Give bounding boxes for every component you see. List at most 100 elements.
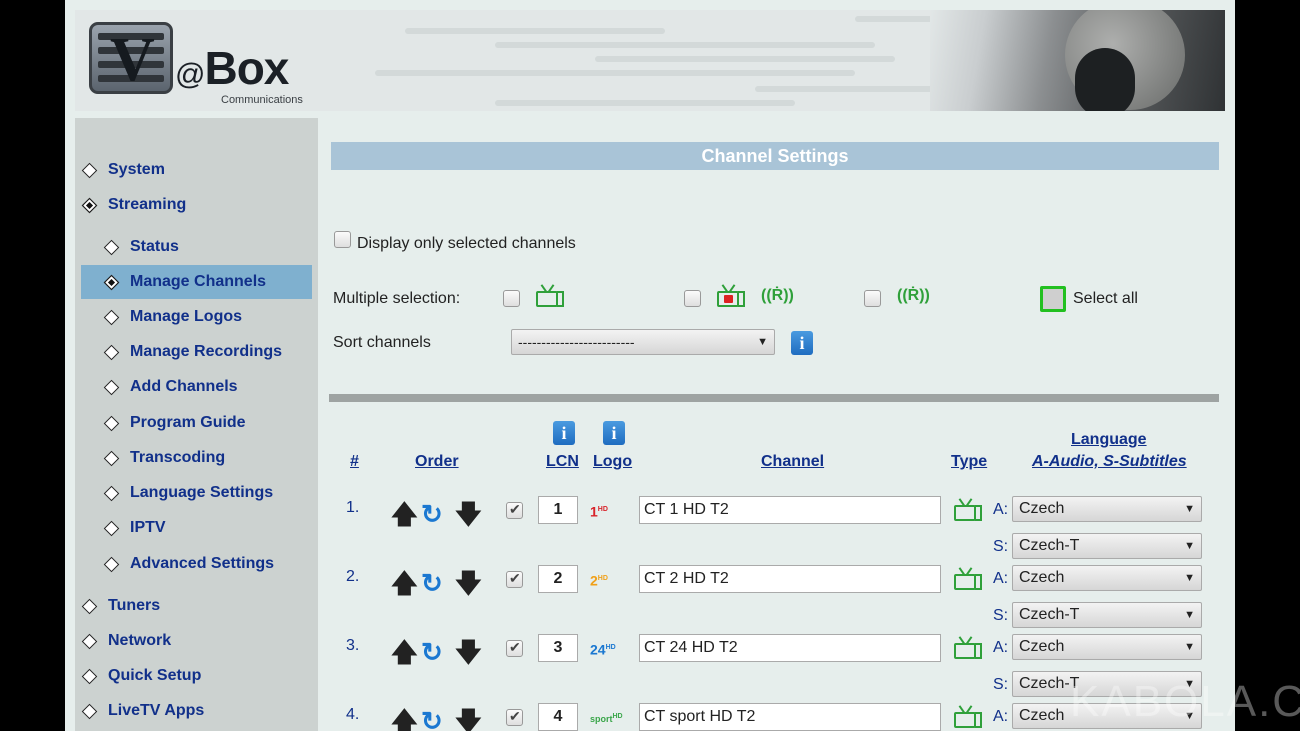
sidebar-item-network[interactable]: Network	[75, 624, 318, 658]
logo-text: @Box	[175, 42, 289, 94]
lcn-input[interactable]: 1	[538, 496, 578, 524]
diamond-icon	[103, 344, 120, 360]
select-all-checkbox[interactable]	[1040, 286, 1066, 312]
radio-selection-checkbox[interactable]	[864, 290, 881, 307]
sidebar-item-language-settings[interactable]: Language Settings	[81, 476, 312, 510]
row-number: 3.	[346, 637, 360, 654]
channel-select-checkbox[interactable]	[506, 708, 523, 726]
diamond-icon	[103, 485, 120, 501]
radio-icon: ((Ṙ))	[897, 287, 930, 304]
refresh-icon[interactable]: ↻	[421, 500, 445, 528]
channel-logo: 24HD	[590, 641, 616, 658]
sort-info-button[interactable]: i	[791, 331, 813, 355]
column-header-type[interactable]: Type	[951, 453, 987, 471]
column-header-channel[interactable]: Channel	[761, 453, 824, 471]
channel-name-input[interactable]: CT 1 HD T2	[639, 496, 941, 524]
sidebar-item-program-guide[interactable]: Program Guide	[81, 406, 312, 440]
sort-channels-label: Sort channels	[333, 334, 431, 351]
subtitle-language-select[interactable]: Czech-T ▼	[1012, 602, 1202, 628]
audio-prefix: A:	[993, 501, 1009, 518]
diamond-icon	[103, 239, 120, 255]
subtitle-prefix: S:	[993, 607, 1009, 624]
channel-logo: 2HD	[590, 572, 608, 589]
refresh-icon[interactable]: ↻	[421, 707, 445, 731]
diamond-icon	[81, 162, 98, 178]
sidebar-item-iptv[interactable]: IPTV	[81, 511, 312, 545]
dropdown-arrow-icon: ▼	[1184, 540, 1195, 552]
diamond-icon	[103, 450, 120, 466]
refresh-icon[interactable]: ↻	[421, 638, 445, 666]
tv-type-icon	[953, 705, 983, 729]
lcn-input[interactable]: 3	[538, 634, 578, 662]
sidebar-item-quick-setup[interactable]: Quick Setup	[75, 659, 318, 693]
encrypted-tv-icon	[716, 284, 746, 308]
lcn-input[interactable]: 4	[538, 703, 578, 731]
channel-select-checkbox[interactable]	[506, 501, 523, 519]
logo-subtitle: Communications	[221, 94, 303, 106]
diamond-filled-icon	[81, 197, 98, 213]
sidebar-item-streaming[interactable]: Streaming	[75, 188, 318, 222]
dropdown-arrow-icon: ▼	[1184, 641, 1195, 653]
move-up-icon[interactable]: 🡅	[391, 569, 418, 597]
diamond-filled-icon	[103, 274, 120, 290]
move-down-icon[interactable]: 🡇	[455, 638, 482, 666]
tv-type-icon	[953, 498, 983, 522]
move-down-icon[interactable]: 🡇	[455, 707, 482, 731]
sidebar-item-add-channels[interactable]: Add Channels	[81, 370, 312, 404]
column-header-language[interactable]: Language	[1071, 431, 1147, 449]
page: V @Box Communications System Streaming S…	[65, 0, 1235, 731]
audio-language-select[interactable]: Czech ▼	[1012, 634, 1202, 660]
sidebar-item-system[interactable]: System	[75, 153, 318, 187]
audio-prefix: A:	[993, 639, 1009, 656]
move-up-icon[interactable]: 🡅	[391, 500, 418, 528]
sidebar: System Streaming Status Manage Channels …	[75, 118, 318, 731]
row-number: 2.	[346, 568, 360, 585]
audio-language-select[interactable]: Czech ▼	[1012, 496, 1202, 522]
display-selected-label: Display only selected channels	[357, 235, 576, 252]
move-down-icon[interactable]: 🡇	[455, 500, 482, 528]
sidebar-item-advanced-settings[interactable]: Advanced Settings	[81, 547, 312, 581]
diamond-icon	[103, 379, 120, 395]
tv-selection-checkbox[interactable]	[503, 290, 520, 307]
channel-select-checkbox[interactable]	[506, 639, 523, 657]
lcn-info-button[interactable]: i	[553, 421, 575, 445]
diamond-icon	[103, 556, 120, 572]
header-photo	[930, 10, 1225, 111]
dropdown-arrow-icon: ▼	[1184, 572, 1195, 584]
move-up-icon[interactable]: 🡅	[391, 638, 418, 666]
diamond-icon	[81, 668, 98, 684]
sidebar-item-status[interactable]: Status	[81, 230, 312, 264]
diamond-icon	[103, 309, 120, 325]
column-header-number: #	[350, 453, 359, 470]
audio-language-select[interactable]: Czech ▼	[1012, 565, 1202, 591]
logo-info-button[interactable]: i	[603, 421, 625, 445]
dropdown-arrow-icon: ▼	[757, 336, 768, 348]
subtitle-language-select[interactable]: Czech-T ▼	[1012, 533, 1202, 559]
header-banner: V @Box Communications	[75, 10, 1225, 111]
sidebar-item-livetv-apps[interactable]: LiveTV Apps	[75, 694, 318, 728]
column-header-language-sub: A-Audio, S-Subtitles	[1032, 453, 1187, 470]
move-down-icon[interactable]: 🡇	[455, 569, 482, 597]
channel-name-input[interactable]: CT sport HD T2	[639, 703, 941, 731]
refresh-icon[interactable]: ↻	[421, 569, 445, 597]
lcn-input[interactable]: 2	[538, 565, 578, 593]
display-selected-checkbox[interactable]	[334, 231, 351, 248]
channel-name-input[interactable]: CT 2 HD T2	[639, 565, 941, 593]
sidebar-item-transcoding[interactable]: Transcoding	[81, 441, 312, 475]
sidebar-item-manage-channels[interactable]: Manage Channels	[81, 265, 312, 299]
column-header-logo[interactable]: Logo	[593, 453, 632, 471]
radio-icon: ((Ṙ))	[761, 287, 794, 304]
diamond-icon	[103, 520, 120, 536]
encrypted-selection-checkbox[interactable]	[684, 290, 701, 307]
channel-select-checkbox[interactable]	[506, 570, 523, 588]
move-up-icon[interactable]: 🡅	[391, 707, 418, 731]
row-number: 1.	[346, 499, 360, 516]
sidebar-item-tuners[interactable]: Tuners	[75, 589, 318, 623]
sidebar-item-manage-logos[interactable]: Manage Logos	[81, 300, 312, 334]
channel-name-input[interactable]: CT 24 HD T2	[639, 634, 941, 662]
sort-channels-select[interactable]: ------------------------- ▼	[511, 329, 775, 355]
column-header-order[interactable]: Order	[415, 453, 459, 471]
column-header-lcn[interactable]: LCN	[546, 453, 579, 471]
select-all-label: Select all	[1073, 290, 1138, 307]
sidebar-item-manage-recordings[interactable]: Manage Recordings	[81, 335, 312, 369]
